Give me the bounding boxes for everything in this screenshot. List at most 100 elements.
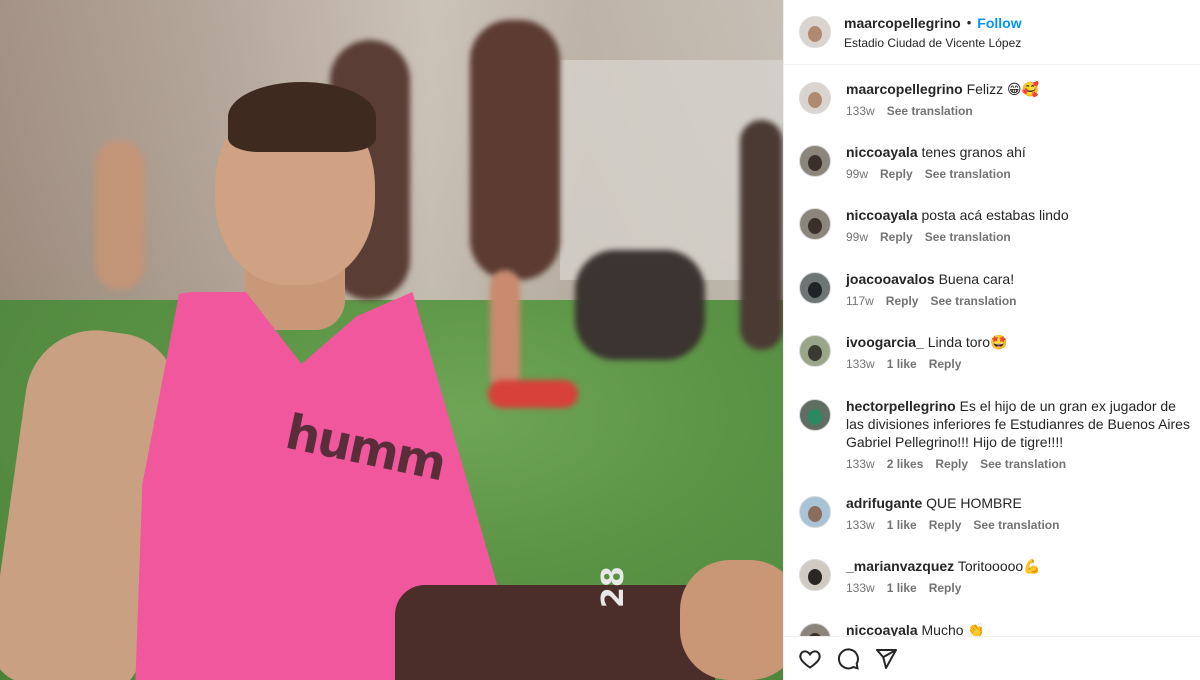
post-username[interactable]: maarcopellegrino	[844, 15, 961, 31]
reply-button[interactable]: Reply	[880, 230, 913, 244]
comment-age: 99w	[846, 230, 869, 244]
comment-item: _marianvazquez Toritooooo💪 133w 1 like Repl…	[799, 557, 1194, 595]
avatar[interactable]	[799, 335, 831, 367]
reply-button[interactable]: Reply	[929, 581, 962, 595]
comment-likes[interactable]: 1 like	[887, 518, 917, 532]
avatar[interactable]	[799, 145, 831, 177]
comment-meta: 133w 2 likes Reply See translation	[846, 457, 1194, 471]
comment-username[interactable]: niccoayala	[846, 207, 918, 223]
comment-age: 133w	[846, 457, 875, 471]
comment-text-line: maarcopellegrino Felizz 😁🥰	[846, 80, 1194, 98]
see-translation-button[interactable]: See translation	[925, 167, 1011, 181]
comment-username[interactable]: joacooavalos	[846, 271, 935, 287]
comment-text-line: ivoogarcia_ Linda toro🤩	[846, 333, 1194, 351]
comment-body: maarcopellegrino Felizz 😁🥰 133w See transl…	[846, 80, 1194, 118]
see-translation-button[interactable]: See translation	[887, 104, 973, 118]
see-translation-button[interactable]: See translation	[930, 294, 1016, 308]
comment-body: _marianvazquez Toritooooo💪 133w 1 like Repl…	[846, 557, 1194, 595]
see-translation-button[interactable]: See translation	[925, 230, 1011, 244]
comment-text: posta acá estabas lindo	[921, 207, 1069, 223]
comment-body: niccoayala tenes granos ahí 99w Reply See t…	[846, 143, 1194, 181]
post-image[interactable]: humm 28	[0, 0, 783, 680]
comment-age: 133w	[846, 518, 875, 532]
comment-age: 133w	[846, 104, 875, 118]
avatar[interactable]	[799, 82, 831, 114]
reply-button[interactable]: Reply	[886, 294, 919, 308]
comment-body: adrifugante QUE HOMBRE 133w 1 like Reply See…	[846, 494, 1194, 532]
comment-meta: 133w 1 like Reply	[846, 581, 1194, 595]
comment-meta: 99w Reply See translation	[846, 167, 1194, 181]
reply-button[interactable]: Reply	[929, 357, 962, 371]
follow-button[interactable]: Follow	[977, 15, 1021, 31]
comment-age: 133w	[846, 357, 875, 371]
comment-item: niccoayala posta acá estabas lindo 99w Rep…	[799, 206, 1194, 244]
comment-text-line: niccoayala Mucho 👏	[846, 621, 1194, 636]
comment-body: ivoogarcia_ Linda toro🤩 133w 1 like Reply	[846, 333, 1194, 371]
comment-meta: 117w Reply See translation	[846, 294, 1194, 308]
avatar-face	[808, 155, 822, 171]
comment-item: adrifugante QUE HOMBRE 133w 1 like Reply See…	[799, 494, 1194, 532]
reply-button[interactable]: Reply	[880, 167, 913, 181]
comment-body: joacooavalos Buena cara! 117w Reply See tra…	[846, 270, 1194, 308]
comment-username[interactable]: adrifugante	[846, 495, 922, 511]
background-person	[740, 120, 783, 350]
avatar[interactable]	[799, 623, 831, 636]
comment-meta: 133w 1 like Reply	[846, 357, 1194, 371]
player-hair	[228, 82, 376, 152]
player-shorts	[395, 585, 715, 680]
comment-username[interactable]: niccoayala	[846, 622, 918, 636]
background-person	[490, 270, 520, 390]
see-translation-button[interactable]: See translation	[973, 518, 1059, 532]
avatar-face	[808, 282, 822, 298]
comment-username[interactable]: maarcopellegrino	[846, 81, 963, 97]
comment-username[interactable]: hectorpellegrino	[846, 398, 956, 414]
comment-likes[interactable]: 1 like	[887, 357, 917, 371]
comment-likes[interactable]: 1 like	[887, 581, 917, 595]
header-line: maarcopellegrino • Follow	[844, 15, 1022, 31]
comments-list[interactable]: maarcopellegrino Felizz 😁🥰 133w See transl…	[784, 66, 1200, 636]
separator-dot: •	[966, 15, 972, 30]
avatar[interactable]	[799, 16, 831, 48]
comment-item: maarcopellegrino Felizz 😁🥰 133w See transl…	[799, 80, 1194, 118]
avatar[interactable]	[799, 399, 831, 431]
comment-meta: 99w Reply See translation	[846, 230, 1194, 244]
comment-text: Linda toro🤩	[927, 334, 1008, 350]
comment-icon[interactable]	[836, 647, 860, 671]
comment-age: 133w	[846, 581, 875, 595]
avatar[interactable]	[799, 272, 831, 304]
shorts-number: 28	[596, 566, 631, 608]
comment-item: niccoayala tenes granos ahí 99w Reply See t…	[799, 143, 1194, 181]
avatar[interactable]	[799, 208, 831, 240]
send-icon[interactable]	[874, 647, 898, 671]
reply-button[interactable]: Reply	[929, 518, 962, 532]
avatar-face	[808, 569, 822, 585]
action-bar	[784, 636, 1200, 680]
comment-username[interactable]: _marianvazquez	[846, 558, 954, 574]
avatar-face	[808, 506, 822, 522]
avatar[interactable]	[799, 496, 831, 528]
avatar[interactable]	[799, 559, 831, 591]
background-person	[95, 140, 145, 290]
comment-body: niccoayala posta acá estabas lindo 99w Rep…	[846, 206, 1194, 244]
comment-item: niccoayala Mucho 👏	[799, 621, 1194, 636]
comment-text-line: joacooavalos Buena cara!	[846, 270, 1194, 288]
comment-text-line: niccoayala tenes granos ahí	[846, 143, 1194, 161]
comment-age: 117w	[846, 294, 874, 308]
comment-username[interactable]: ivoogarcia_	[846, 334, 924, 350]
heart-icon[interactable]	[798, 647, 822, 671]
reply-button[interactable]: Reply	[935, 457, 968, 471]
see-translation-button[interactable]: See translation	[980, 457, 1066, 471]
comment-text: Mucho 👏	[921, 622, 985, 636]
comment-text: QUE HOMBRE	[926, 495, 1022, 511]
comment-text: Toritooooo💪	[957, 558, 1041, 574]
comment-likes[interactable]: 2 likes	[887, 457, 924, 471]
comment-item: ivoogarcia_ Linda toro🤩 133w 1 like Reply	[799, 333, 1194, 371]
comment-username[interactable]: niccoayala	[846, 144, 918, 160]
avatar-face	[808, 92, 822, 108]
comment-text: Buena cara!	[938, 271, 1015, 287]
player-leg	[680, 560, 783, 680]
background-person	[575, 250, 705, 360]
post-location[interactable]: Estadio Ciudad de Vicente López	[844, 36, 1022, 50]
comment-meta: 133w 1 like Reply See translation	[846, 518, 1194, 532]
avatar-face	[808, 218, 822, 234]
